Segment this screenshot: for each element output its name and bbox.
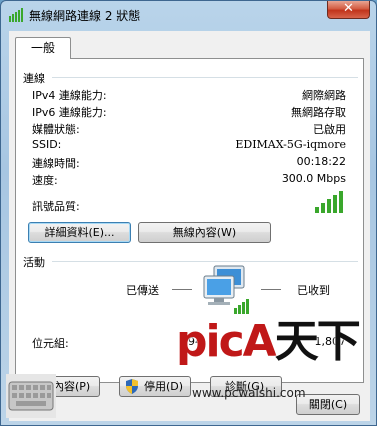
duration-value: 00:18:22 [296, 155, 346, 168]
close-icon: ✕ [343, 1, 354, 16]
window-close-button[interactable]: ✕ [327, 1, 370, 19]
connection-heading: 連線 [23, 72, 45, 85]
received-label: 已收到 [297, 284, 330, 297]
signal-strength-icon [315, 191, 343, 213]
ipv6-value: 無網路存取 [291, 106, 346, 119]
signal-bar [315, 207, 319, 213]
window-title: 無線網路連線 2 狀態 [29, 9, 141, 23]
signal-bar [321, 203, 325, 213]
speed-value: 300.0 Mbps [281, 172, 346, 185]
activity-heading: 活動 [23, 256, 45, 269]
ipv4-label: IPv4 連線能力: [32, 89, 107, 102]
keyboard-icon [6, 374, 56, 418]
ipv4-value: 網際網路 [302, 89, 346, 102]
media-state-value: 已啟用 [313, 123, 346, 136]
connection-divider [52, 77, 358, 78]
uac-shield-icon [126, 379, 138, 394]
watermark-url: www.pcwaishi.com [192, 386, 306, 400]
bytes-label: 位元組: [32, 337, 69, 350]
signal-bar [339, 191, 343, 213]
title-bar[interactable]: 無線網路連線 2 狀態 ✕ [1, 1, 376, 29]
tab-general[interactable]: 一般 [15, 37, 71, 59]
ipv6-label: IPv6 連線能力: [32, 106, 107, 119]
ssid-value: EDIMAX-5G-iqmore [235, 138, 346, 151]
network-icon [9, 8, 23, 22]
watermark-logo-part2: 天下 [274, 316, 361, 367]
sent-label: 已傳送 [126, 284, 159, 297]
sent-line [172, 289, 192, 290]
ssid-label: SSID: [32, 138, 62, 151]
speed-label: 速度: [32, 174, 58, 187]
wireless-properties-button[interactable]: 無線內容(W) [138, 222, 271, 243]
signal-quality-label: 訊號品質: [32, 200, 80, 213]
watermark-logo: picA天下 [176, 305, 361, 369]
activity-divider [52, 261, 358, 262]
received-line [261, 289, 281, 290]
close-button[interactable]: 關閉(C) [296, 394, 360, 415]
media-state-label: 媒體狀態: [32, 123, 80, 136]
signal-bar [327, 199, 331, 213]
disable-button[interactable]: 停用(D) [119, 376, 191, 397]
disable-label: 停用(D) [144, 380, 184, 393]
watermark-logo-part1: picA [176, 316, 277, 367]
signal-bar [333, 195, 337, 213]
duration-label: 連線時間: [32, 157, 80, 170]
properties-label: 內容(P) [53, 380, 91, 393]
details-button[interactable]: 詳細資料(E)... [28, 222, 131, 243]
